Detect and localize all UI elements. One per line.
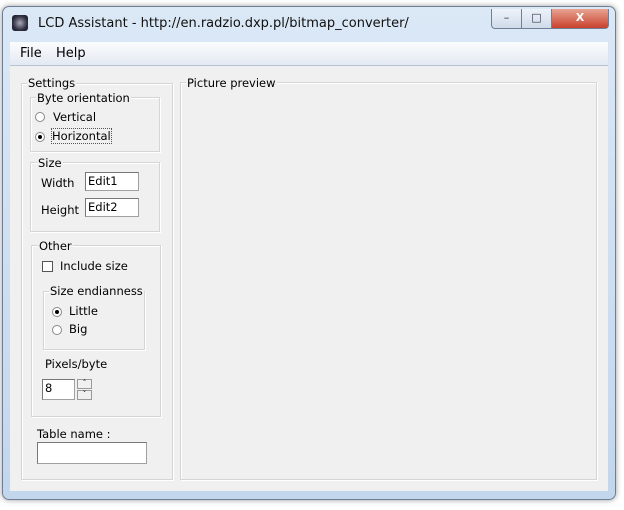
picture-preview-group [180, 82, 597, 480]
menu-help[interactable]: Help [56, 46, 86, 61]
big-label[interactable]: Big [69, 322, 87, 336]
window-title: LCD Assistant - http://en.radzio.dxp.pl/… [38, 16, 409, 31]
radio-little[interactable] [52, 307, 62, 317]
menu-bar [10, 42, 608, 66]
radio-big[interactable] [52, 325, 62, 335]
byte-orientation-group [30, 97, 160, 152]
spin-down-button[interactable]: ˅ [77, 390, 92, 400]
settings-label: Settings [27, 76, 77, 90]
menu-file[interactable]: File [20, 46, 42, 61]
vertical-label[interactable]: Vertical [53, 110, 96, 124]
spin-up-button[interactable]: ˄ [77, 379, 92, 389]
radio-vertical[interactable] [35, 112, 45, 122]
size-endianness-label: Size endianness [49, 284, 144, 298]
height-input[interactable]: Edit2 [85, 198, 139, 217]
pixels-per-byte-input[interactable]: 8 [42, 379, 75, 400]
byte-orientation-label: Byte orientation [36, 91, 131, 105]
width-label: Width [41, 176, 75, 190]
radio-horizontal[interactable] [35, 132, 45, 142]
height-label: Height [41, 203, 80, 217]
pixels-per-byte-label: Pixels/byte [45, 357, 108, 371]
minimize-button[interactable]: – [491, 9, 522, 29]
little-label[interactable]: Little [69, 304, 98, 318]
horizontal-label[interactable]: Horizontal [51, 128, 112, 144]
include-size-label[interactable]: Include size [60, 259, 128, 273]
table-name-label: Table name : [37, 427, 111, 441]
size-label: Size [37, 156, 63, 170]
app-icon [12, 15, 28, 31]
close-button[interactable]: X [551, 9, 609, 29]
other-label: Other [38, 239, 73, 253]
picture-preview-label: Picture preview [186, 76, 277, 90]
size-endianness-group [43, 291, 145, 350]
maximize-button[interactable]: □ [521, 9, 552, 29]
include-size-checkbox[interactable] [42, 261, 53, 272]
width-input[interactable]: Edit1 [85, 172, 139, 191]
table-name-input[interactable] [37, 442, 147, 464]
